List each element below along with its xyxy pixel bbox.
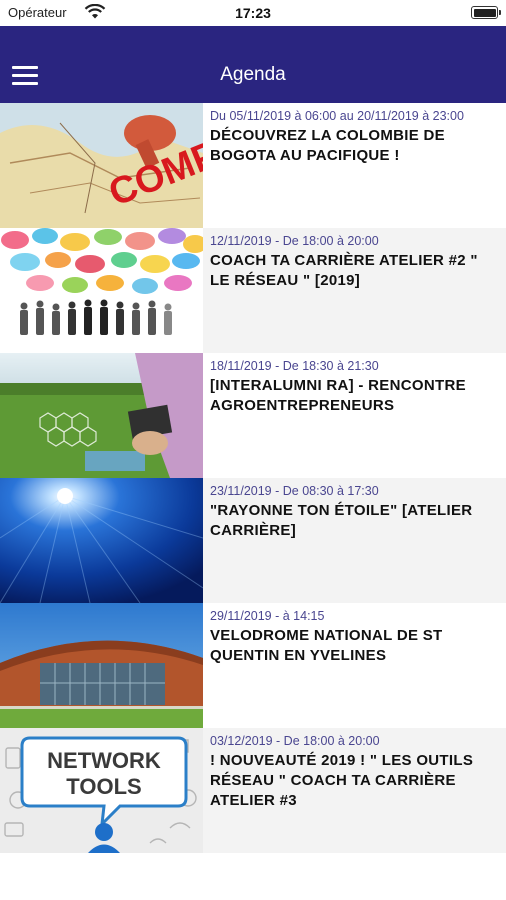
- field-tablet-image: [0, 353, 203, 478]
- event-date: Du 05/11/2019 à 06:00 au 20/11/2019 à 23…: [210, 109, 464, 123]
- event-item-velodrome[interactable]: 29/11/2019 - à 14:15 VELODROME NATIONAL …: [0, 603, 506, 728]
- status-bar: Opérateur 17:23: [0, 0, 506, 26]
- navigation-bar: Agenda: [0, 26, 506, 103]
- status-time: 17:23: [235, 5, 271, 21]
- event-date: 23/11/2019 - De 08:30 à 17:30: [210, 484, 379, 498]
- event-thumbnail-map: COMPLET: [0, 103, 203, 228]
- tools-label: TOOLS: [66, 774, 141, 799]
- event-thumbnail-velodrome: [0, 603, 203, 728]
- page-title: Agenda: [220, 64, 286, 85]
- event-list: COMPLET Du 05/11/2019 à 06:00 au 20/11/2…: [0, 103, 506, 853]
- network-label: NETWORK: [47, 748, 161, 773]
- speech-bubbles-image: [0, 228, 203, 353]
- event-title: VELODROME NATIONAL DE ST QUENTIN EN YVEL…: [210, 627, 443, 664]
- event-item-outils-reseau[interactable]: NETWORK TOOLS 03/12/2019 - De 18:00 à 20…: [0, 728, 506, 853]
- event-date: 03/12/2019 - De 18:00 à 20:00: [210, 734, 380, 748]
- velodrome-image: [0, 603, 203, 728]
- map-image: COMPLET: [0, 103, 203, 228]
- event-item-rayonne-ton-etoile[interactable]: 23/11/2019 - De 08:30 à 17:30 "RAYONNE T…: [0, 478, 506, 603]
- event-item-coach-atelier-2[interactable]: 12/11/2019 - De 18:00 à 20:00 COACH TA C…: [0, 228, 506, 353]
- event-date: 29/11/2019 - à 14:15: [210, 609, 325, 623]
- event-title: [INTERALUMNI RA] - RENCONTRE AGROENTREPR…: [210, 377, 466, 414]
- event-date: 18/11/2019 - De 18:30 à 21:30: [210, 359, 379, 373]
- event-title: COACH TA CARRIÈRE ATELIER #2 " LE RÉSEAU…: [210, 252, 478, 289]
- battery-icon: [471, 6, 501, 19]
- event-date: 12/11/2019 - De 18:00 à 20:00: [210, 234, 379, 248]
- event-title: ! NOUVEAUTÉ 2019 ! " LES OUTILS RÉSEAU "…: [210, 752, 474, 809]
- event-item-interalumni[interactable]: 18/11/2019 - De 18:30 à 21:30 [INTERALUM…: [0, 353, 506, 478]
- event-thumbnail-network-tools: NETWORK TOOLS: [0, 728, 203, 853]
- event-title: DÉCOUVREZ LA COLOMBIE DE BOGOTA AU PACIF…: [210, 127, 445, 164]
- light-rays-image: [0, 478, 203, 603]
- event-title: "RAYONNE TON ÉTOILE" [ATELIER CARRIÈRE]: [210, 502, 473, 539]
- event-thumbnail-rays: [0, 478, 203, 603]
- event-thumbnail-bubbles: [0, 228, 203, 353]
- network-tools-image: NETWORK TOOLS: [0, 728, 203, 853]
- event-item-colombie[interactable]: COMPLET Du 05/11/2019 à 06:00 au 20/11/2…: [0, 103, 506, 228]
- event-thumbnail-field: [0, 353, 203, 478]
